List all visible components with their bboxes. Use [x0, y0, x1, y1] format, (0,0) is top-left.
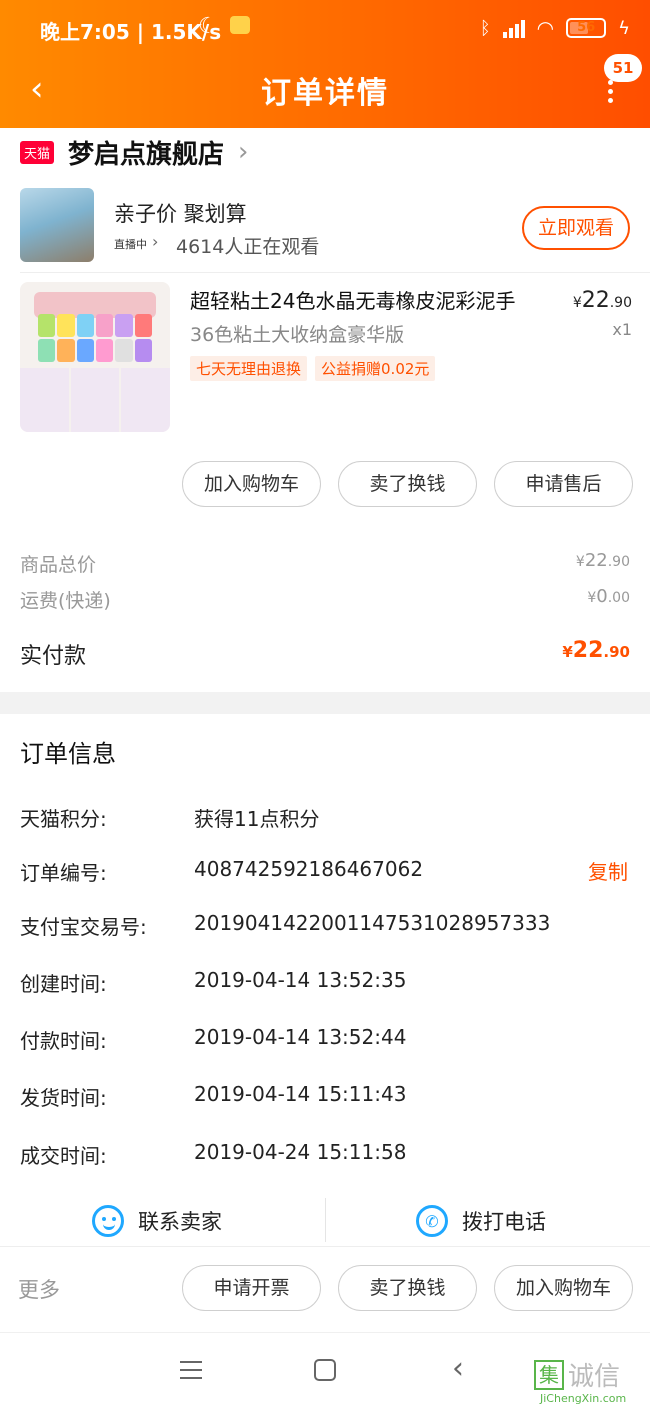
- divider: [325, 1198, 326, 1242]
- signal-icon: [502, 18, 525, 38]
- product-name[interactable]: 超轻粘土24色水晶无毒橡皮泥彩泥手: [190, 285, 515, 314]
- more-options-icon[interactable]: [602, 80, 618, 106]
- product-quantity: x1: [612, 320, 632, 339]
- product-price: ¥22.90: [572, 288, 632, 313]
- add-to-cart-button[interactable]: 加入购物车: [182, 461, 321, 507]
- watermark-logo: 集 诚信: [534, 1356, 620, 1393]
- divider: [20, 272, 650, 273]
- section-divider: [0, 692, 650, 714]
- goods-total-amount: ¥22.90: [575, 550, 630, 571]
- product-tags: 七天无理由退换 公益捐赠0.02元: [190, 356, 436, 381]
- info-label: 订单编号:: [20, 861, 107, 885]
- wifi-icon: ◠: [536, 16, 555, 40]
- info-value: 2019041422001147531028957333: [194, 911, 551, 935]
- add-to-cart-button[interactable]: 加入购物车: [494, 1265, 633, 1311]
- back-nav-icon[interactable]: ‹: [452, 1351, 464, 1386]
- phone-icon: ✆: [416, 1205, 448, 1237]
- menu-icon[interactable]: [180, 1361, 202, 1379]
- info-label: 成交时间:: [20, 1144, 107, 1168]
- live-stream-card[interactable]: 亲子价 聚划算 直播中 › 4614人正在观看 立即观看: [20, 188, 630, 262]
- contact-seller-label: 联系卖家: [138, 1210, 222, 1234]
- watermark-brand: 诚信: [568, 1362, 621, 1392]
- app-header: 晚上7:05 | 1.5K/s ☾ ᛒ ◠ 56 ϟ ‹ 订单详情 51: [0, 0, 650, 128]
- paid-amount: ¥22.90: [562, 638, 630, 663]
- info-label: 付款时间:: [20, 1029, 107, 1053]
- smiley-chat-icon: [92, 1205, 124, 1237]
- info-value: 2019-04-14 13:52:35: [194, 968, 407, 992]
- live-viewer-count: 4614人正在观看: [176, 236, 320, 258]
- status-icons: ᛒ ◠ 56 ϟ: [480, 16, 630, 40]
- contact-seller-button[interactable]: 联系卖家: [92, 1196, 222, 1246]
- battery-level: 56: [577, 20, 596, 35]
- contact-bar: 联系卖家 ✆ 拨打电话: [0, 1196, 650, 1246]
- info-value: 408742592186467062: [194, 857, 424, 881]
- shop-row[interactable]: 天猫 梦启点旗舰店 ›: [20, 132, 248, 172]
- info-value: 2019-04-14 13:52:44: [194, 1025, 407, 1049]
- tmall-logo: 天猫: [20, 140, 55, 164]
- status-time: 晚上7:05 | 1.5K/s: [40, 20, 222, 44]
- resell-button[interactable]: 卖了换钱: [338, 461, 477, 507]
- order-info-title: 订单信息: [20, 740, 116, 768]
- info-label: 天猫积分:: [20, 807, 107, 831]
- charging-icon: ϟ: [618, 17, 630, 39]
- info-label: 支付宝交易号:: [20, 915, 147, 939]
- live-title: 亲子价 聚划算: [114, 202, 247, 226]
- copy-order-number-button[interactable]: 复制: [588, 856, 628, 885]
- status-bar: 晚上7:05 | 1.5K/s ☾ ᛒ ◠ 56 ϟ: [0, 0, 650, 60]
- shipping-amount: ¥0.00: [587, 586, 630, 607]
- request-invoice-button[interactable]: 申请开票: [182, 1265, 321, 1311]
- call-phone-button[interactable]: ✆ 拨打电话: [416, 1196, 546, 1246]
- info-label: 创建时间:: [20, 972, 107, 996]
- watch-now-button[interactable]: 立即观看: [522, 206, 630, 250]
- app-notification-icon: [230, 16, 250, 34]
- watermark-box: 集: [534, 1359, 564, 1390]
- resell-button[interactable]: 卖了换钱: [338, 1265, 477, 1311]
- product-image[interactable]: [20, 282, 170, 432]
- page-title: 订单详情: [261, 76, 389, 111]
- chevron-right-icon: ›: [152, 232, 159, 251]
- tag-return: 七天无理由退换: [190, 356, 308, 381]
- home-icon[interactable]: [314, 1359, 336, 1381]
- live-status-tag: 直播中: [114, 238, 147, 251]
- info-value: 获得11点积分: [194, 807, 320, 831]
- bluetooth-icon: ᛒ: [479, 17, 491, 39]
- live-thumbnail: [20, 188, 94, 262]
- chevron-right-icon: ›: [238, 137, 249, 167]
- goods-total-label: 商品总价: [20, 554, 97, 576]
- call-phone-label: 拨打电话: [462, 1210, 546, 1234]
- info-label: 发货时间:: [20, 1086, 107, 1110]
- shop-name: 梦启点旗舰店: [68, 139, 225, 170]
- watermark-url: JiChengXin.com: [540, 1392, 627, 1405]
- shipping-label: 运费(快递): [20, 590, 111, 612]
- info-value: 2019-04-24 15:11:58: [194, 1140, 407, 1164]
- product-spec: 36色粘土大收纳盒豪华版: [190, 324, 405, 346]
- battery-icon: 56: [566, 18, 607, 38]
- paid-label: 实付款: [20, 644, 87, 669]
- after-sale-button[interactable]: 申请售后: [494, 461, 633, 507]
- more-button[interactable]: 更多: [18, 1274, 60, 1304]
- info-value: 2019-04-14 15:11:43: [194, 1082, 407, 1106]
- message-count-badge: 51: [604, 54, 642, 82]
- tag-charity: 公益捐赠0.02元: [315, 356, 436, 381]
- moon-icon: ☾: [198, 14, 218, 39]
- bottom-action-bar: 更多 申请开票 卖了换钱 加入购物车: [0, 1246, 650, 1332]
